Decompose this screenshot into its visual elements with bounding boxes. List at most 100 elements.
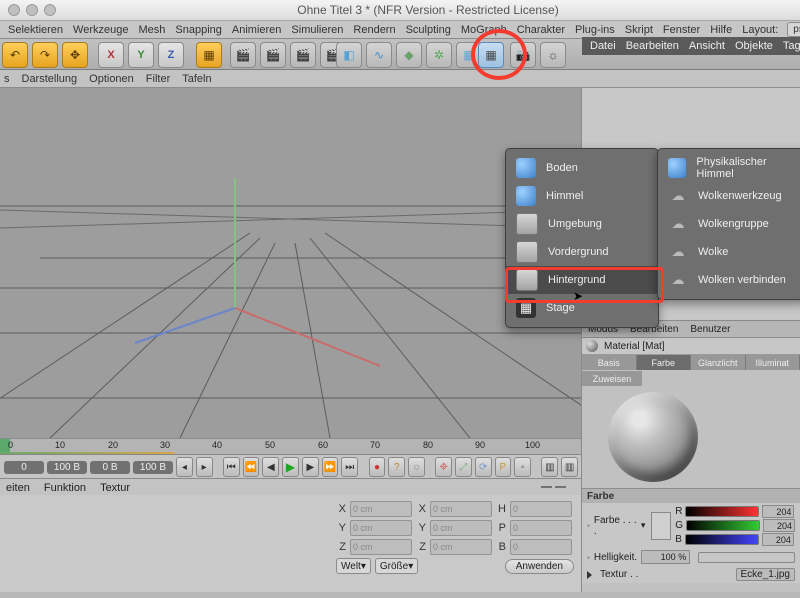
slider-b[interactable]: [685, 534, 759, 545]
value-b[interactable]: 204: [762, 533, 794, 546]
axis-x-toggle[interactable]: X: [98, 42, 124, 68]
frame-back-button[interactable]: ◀: [262, 457, 279, 477]
menu-mograph[interactable]: MoGraph: [456, 23, 512, 37]
tool-move[interactable]: ✥: [62, 42, 88, 68]
material-preview-sphere[interactable]: [608, 392, 698, 482]
om-objects[interactable]: Objekte: [735, 40, 773, 52]
menu-item-physhimmel[interactable]: Physikalischer Himmel: [658, 154, 800, 182]
pos-z[interactable]: 0 cm: [350, 539, 412, 555]
menu-select[interactable]: Selektieren: [3, 23, 68, 37]
size-x[interactable]: 0 cm: [430, 501, 492, 517]
menu-tools[interactable]: Werkzeuge: [68, 23, 133, 37]
menu-script[interactable]: Skript: [620, 23, 658, 37]
size-y[interactable]: 0 cm: [430, 520, 492, 536]
axis-z-toggle[interactable]: Z: [158, 42, 184, 68]
menu-item-boden[interactable]: Boden: [506, 154, 658, 182]
menu-sculpting[interactable]: Sculpting: [401, 23, 456, 37]
vp-s[interactable]: s: [4, 73, 10, 85]
render-region[interactable]: 🎬: [260, 42, 286, 68]
frame-current[interactable]: 0 B: [90, 461, 130, 474]
scene-object-menu-2[interactable]: Physikalischer Himmel ☁Wolkenwerkzeug ☁W…: [657, 148, 800, 300]
menu-window[interactable]: Fenster: [658, 23, 705, 37]
rot-b[interactable]: 0: [510, 539, 572, 555]
menu-item-hintergrund[interactable]: Hintergrund: [506, 266, 658, 294]
chip-glanz[interactable]: Glanzlicht: [691, 355, 746, 370]
menu-item-himmel[interactable]: Himmel: [506, 182, 658, 210]
chip-farbe[interactable]: Farbe: [637, 355, 692, 370]
goto-start-button[interactable]: ⏮: [223, 457, 240, 477]
tl-extra1[interactable]: ▥: [541, 457, 558, 477]
value-r[interactable]: 204: [762, 505, 794, 518]
menu-render[interactable]: Rendern: [348, 23, 400, 37]
menu-plugins[interactable]: Plug-ins: [570, 23, 620, 37]
key-scale[interactable]: ⤢: [455, 457, 472, 477]
menu-animate[interactable]: Animieren: [227, 23, 287, 37]
attr-tab-1[interactable]: eiten: [6, 482, 30, 494]
chip-illum[interactable]: Illuminat: [746, 355, 800, 370]
frame-range[interactable]: 100 B: [133, 461, 173, 474]
step-fwd-button[interactable]: ⏩: [322, 457, 339, 477]
chip-zuweisen[interactable]: Zuweisen: [582, 371, 642, 386]
menu-item-stage[interactable]: ▦Stage: [506, 294, 658, 322]
helligkeit-value[interactable]: 100 %: [641, 550, 690, 564]
autokey-button[interactable]: ?: [388, 457, 405, 477]
scene-flyout[interactable]: ▦: [478, 42, 504, 68]
helligkeit-slider[interactable]: [698, 552, 795, 563]
layout-selector[interactable]: psd: [787, 22, 800, 37]
menu-item-wolke[interactable]: ☁Wolke: [658, 238, 800, 266]
vp-display[interactable]: Darstellung: [22, 73, 78, 85]
menu-mesh[interactable]: Mesh: [133, 23, 170, 37]
rot-p[interactable]: 0: [510, 520, 572, 536]
traffic-light-close[interactable]: [8, 4, 20, 16]
frame-end[interactable]: 100 B: [47, 461, 87, 474]
deformer-tool[interactable]: ✲: [426, 42, 452, 68]
pos-x[interactable]: 0 cm: [350, 501, 412, 517]
step-back-button[interactable]: ⏪: [243, 457, 260, 477]
menu-item-wolkenverbinden[interactable]: ☁Wolken verbinden: [658, 266, 800, 294]
vp-panels[interactable]: Tafeln: [182, 73, 211, 85]
om-edit[interactable]: Bearbeiten: [626, 40, 679, 52]
size-z[interactable]: 0 cm: [430, 539, 492, 555]
slider-g[interactable]: [686, 520, 760, 531]
scene-object-menu[interactable]: Boden Himmel Umgebung Vordergrund Hinter…: [505, 148, 659, 328]
traffic-light-min[interactable]: [26, 4, 38, 16]
goto-end-button[interactable]: ⏭: [341, 457, 358, 477]
attr-tab-2[interactable]: Funktion: [44, 482, 86, 494]
am-user[interactable]: Benutzer: [690, 324, 730, 335]
coord-size-select[interactable]: Größe ▾: [375, 558, 418, 574]
chip-basis[interactable]: Basis: [582, 355, 637, 370]
menu-item-wolkengruppe[interactable]: ☁Wolkengruppe: [658, 210, 800, 238]
textur-value[interactable]: Ecke_1.jpg: [736, 568, 795, 581]
primitive-cube[interactable]: ◧: [336, 42, 362, 68]
generator-tool[interactable]: ◆: [396, 42, 422, 68]
menu-item-wolkenwerkzeug[interactable]: ☁Wolkenwerkzeug: [658, 182, 800, 210]
key-rot[interactable]: ⟳: [475, 457, 492, 477]
tool-redo[interactable]: ↷: [32, 42, 58, 68]
attr-tab-3[interactable]: Textur: [100, 482, 130, 494]
tl-extra2[interactable]: ▥: [561, 457, 578, 477]
color-swatch[interactable]: [651, 512, 671, 540]
traffic-light-zoom[interactable]: [44, 4, 56, 16]
disclosure-icon[interactable]: [587, 571, 592, 579]
value-g[interactable]: 204: [763, 519, 795, 532]
menu-item-vordergrund[interactable]: Vordergrund: [506, 238, 658, 266]
key-pla[interactable]: ◦: [514, 457, 531, 477]
prev-key-button[interactable]: ◂: [176, 457, 193, 477]
frame-fwd-button[interactable]: ▶: [302, 457, 319, 477]
vp-options[interactable]: Optionen: [89, 73, 134, 85]
light-tool[interactable]: ☼: [540, 42, 566, 68]
tool-undo[interactable]: ↶: [2, 42, 28, 68]
menu-character[interactable]: Charakter: [512, 23, 570, 37]
rot-h[interactable]: 0: [510, 501, 572, 517]
slider-r[interactable]: [685, 506, 759, 517]
menu-item-umgebung[interactable]: Umgebung: [506, 210, 658, 238]
camera-tool[interactable]: 📷: [510, 42, 536, 68]
om-tags[interactable]: Tags: [783, 40, 800, 52]
render-settings[interactable]: 🎬: [290, 42, 316, 68]
menu-simulate[interactable]: Simulieren: [286, 23, 348, 37]
axis-y-toggle[interactable]: Y: [128, 42, 154, 68]
om-view[interactable]: Ansicht: [689, 40, 725, 52]
coord-space-select[interactable]: Welt ▾: [336, 558, 371, 574]
key-pos[interactable]: ✥: [435, 457, 452, 477]
frame-start[interactable]: 0: [4, 461, 44, 474]
